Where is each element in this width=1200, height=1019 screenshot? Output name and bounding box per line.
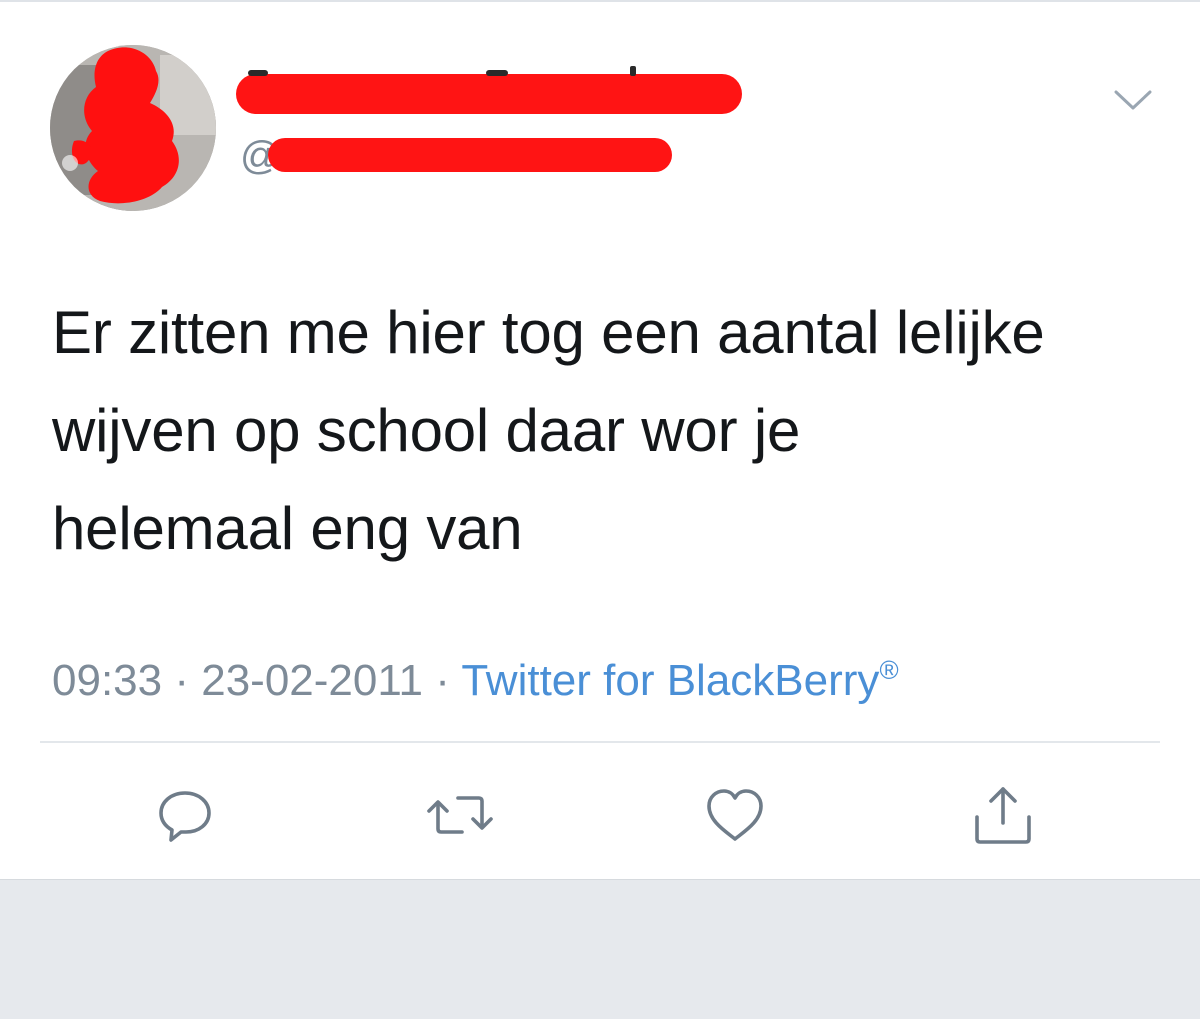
registered-mark: ®: [879, 655, 899, 685]
display-name-redacted[interactable]: [236, 74, 742, 114]
reply-button[interactable]: [152, 782, 218, 848]
meta-separator: ·: [423, 656, 462, 705]
reply-icon: [159, 791, 211, 842]
handle-redacted: [268, 138, 672, 172]
avatar[interactable]: [50, 45, 216, 211]
tweet-time: 09:33: [52, 656, 163, 705]
tweet-text-line: helemaal eng van: [52, 495, 523, 562]
actions-divider: [40, 741, 1160, 743]
chevron-down-icon[interactable]: [1112, 86, 1154, 116]
share-button[interactable]: [970, 782, 1036, 848]
meta-separator: ·: [162, 656, 202, 705]
heart-icon: [707, 789, 763, 841]
tweet-text-line: Er zitten me hier tog een aantal lelijke: [52, 299, 1045, 366]
tweet-metadata: 09:33 · 23-02-2011 · Twitter for BlackBe…: [52, 642, 899, 709]
avatar-redaction: [50, 45, 216, 211]
display-name-remnant: [248, 70, 268, 76]
like-button[interactable]: [702, 782, 768, 848]
retweet-button[interactable]: [424, 782, 496, 848]
footer-area: [0, 880, 1200, 1019]
share-icon: [975, 787, 1031, 844]
tweet-detail-page: @ Er zitten me hier tog een aantal lelij…: [0, 0, 1200, 1019]
tweet-source-link[interactable]: Twitter for BlackBerry®: [461, 655, 899, 705]
retweet-icon: [427, 796, 493, 834]
display-name-remnant: [630, 66, 636, 76]
tweet-card: @ Er zitten me hier tog een aantal lelij…: [0, 2, 1200, 880]
display-name-remnant: [486, 70, 508, 76]
tweet-text-line: wijven op school daar wor je: [52, 397, 801, 464]
tweet-text: Er zitten me hier tog een aantal lelijke…: [52, 284, 1162, 578]
tweet-source-label: Twitter for BlackBerry: [461, 656, 880, 705]
tweet-date: 23-02-2011: [201, 656, 424, 705]
